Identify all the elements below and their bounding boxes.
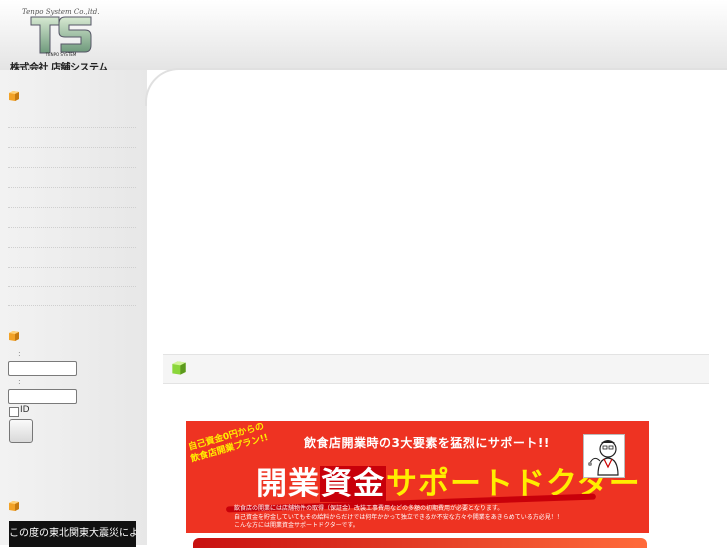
remember-id-checkbox[interactable] [9,407,19,417]
startup-fund-banner[interactable]: 自己資金0円からの 飲食店開業プラン!! 飲食店開業時の3大要素を猛烈にサポート… [186,421,649,533]
banner-foot-line2: 自己資金を貯金していてもその給料からだけでは何年かかって独立できるか不安な方々や… [234,513,563,521]
ts-logo-mark: TENPO SYSTEM [30,16,92,57]
login-button[interactable] [9,419,33,443]
sidebar-nav-item[interactable] [8,187,136,188]
sidebar-nav-item[interactable] [8,127,136,128]
login-password-input[interactable] [8,389,77,404]
cube-bullet-icon [9,91,19,101]
sidebar-nav-item[interactable] [8,167,136,168]
banner-description: 飲食店の開業には店舗物件の取得（保証金）改装工事費用などの多額の初期費用が必要と… [234,505,563,531]
sidebar-nav-item[interactable] [8,286,136,287]
banner-main-part1: 開業 [256,466,320,502]
company-logo[interactable]: Tenpo System Co.,ltd. TENPO SYSTEM 株式会社 … [10,4,112,74]
sidebar-nav-item[interactable] [8,227,136,228]
banner-title: 飲食店開業時の3大要素を猛烈にサポート!! [304,436,550,450]
news-notice-link[interactable]: この度の東北関東大震災により [9,521,136,547]
doctor-illustration-icon [583,434,625,478]
sidebar-nav-item[interactable] [8,207,136,208]
banner-foot-line3: こんな方には開業資金サポートドクターです。 [234,522,359,529]
banner-foot-line1: 飲食店の開業には店舗物件の取得（保証金）改装工事費用などの多額の初期費用が必要と… [234,505,504,512]
cube-bullet-icon [9,501,19,511]
section-header-bar [163,354,709,384]
green-cube-icon [172,361,186,375]
sidebar-nav-item[interactable] [8,305,136,306]
content-top-border [180,68,727,70]
sidebar-nav-item[interactable] [8,267,136,268]
secondary-banner[interactable] [193,538,647,548]
cube-bullet-icon [9,331,19,341]
sidebar [0,70,147,545]
login-password-label: : [18,377,21,386]
sidebar-nav-item[interactable] [8,247,136,248]
login-id-input[interactable] [8,361,77,376]
login-id-label: : [18,349,21,358]
banner-main-part2: 資金 [320,466,386,502]
remember-id-label: ID [20,405,30,415]
logo-caption: TENPO SYSTEM [45,52,77,57]
sidebar-nav-item[interactable] [8,147,136,148]
